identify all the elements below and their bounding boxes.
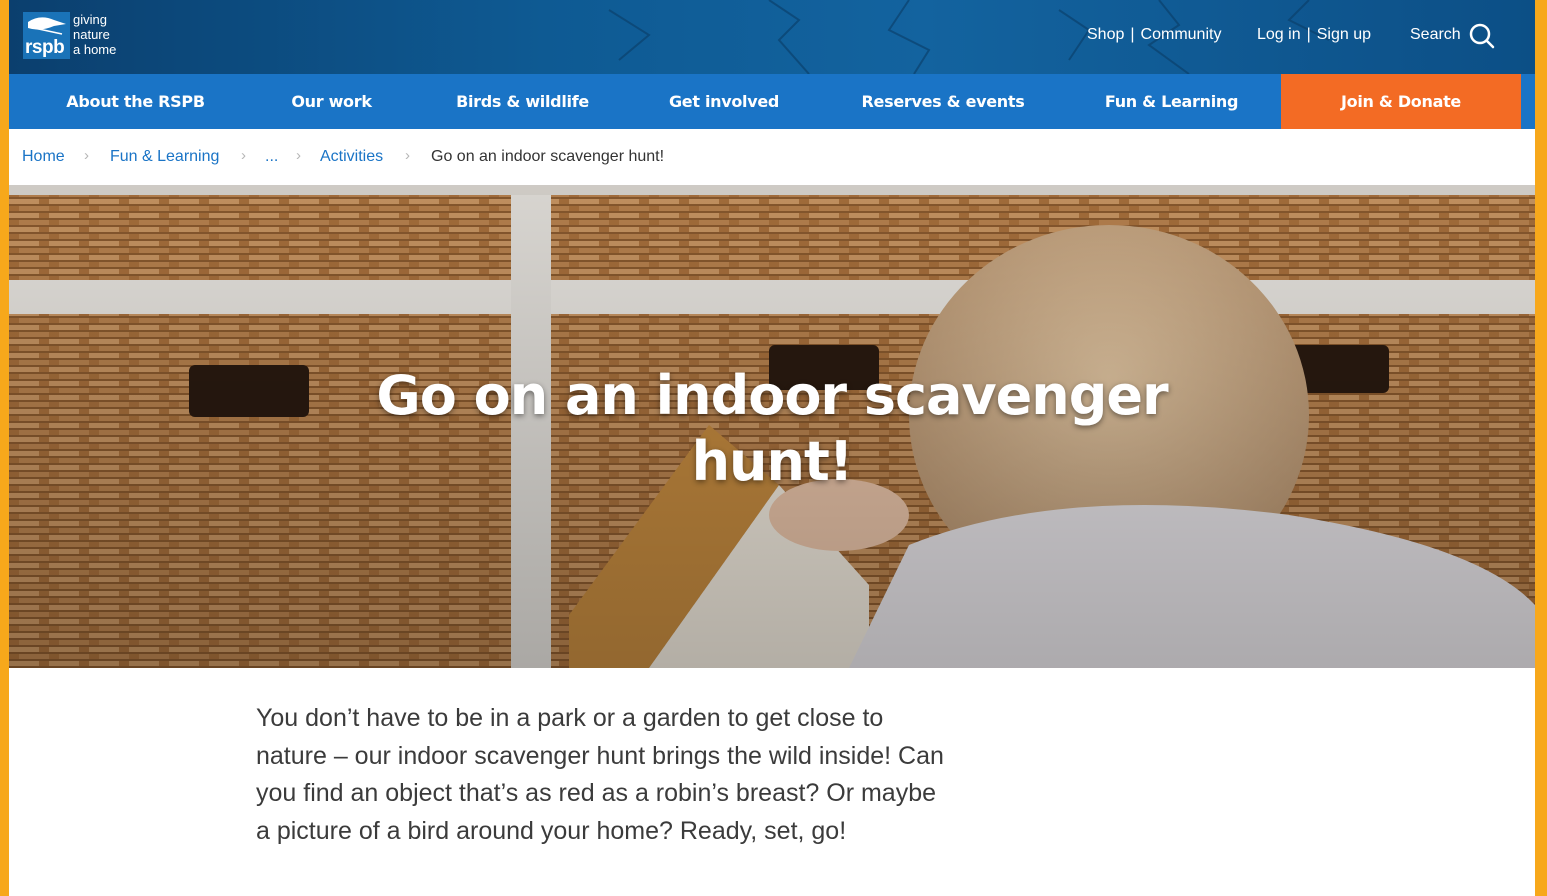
login-link[interactable]: Log in: [1257, 26, 1301, 43]
logo-tagline-line-2: nature: [73, 27, 110, 42]
breadcrumb-ellipsis[interactable]: ...: [265, 148, 278, 166]
breadcrumb-home[interactable]: Home: [22, 148, 65, 166]
search-icon: [1469, 23, 1495, 49]
rspb-logo[interactable]: rspb giving nature a home: [23, 12, 133, 62]
breadcrumb-current: Go on an indoor scavenger hunt!: [431, 148, 665, 165]
breadcrumb: Home › Fun & Learning › ... › Activities…: [9, 129, 1535, 185]
signup-link[interactable]: Sign up: [1317, 26, 1371, 43]
logo-brand: rspb: [25, 37, 65, 58]
search-label: Search: [1410, 26, 1461, 43]
nav-fun-learning[interactable]: Fun & Learning: [1074, 74, 1269, 129]
chevron-right-icon: ›: [84, 147, 89, 164]
chevron-right-icon: ›: [405, 147, 410, 164]
shop-link[interactable]: Shop: [1087, 26, 1124, 43]
nav-our-work[interactable]: Our work: [259, 74, 404, 129]
join-donate-button[interactable]: Join & Donate: [1281, 74, 1521, 129]
page-title-line-1: Go on an indoor scavenger: [376, 364, 1168, 427]
nav-get-involved[interactable]: Get involved: [639, 74, 809, 129]
page-title: Go on an indoor scavenger hunt!: [369, 363, 1175, 495]
chevron-right-icon: ›: [296, 147, 301, 164]
breadcrumb-fun-learning[interactable]: Fun & Learning: [110, 148, 219, 166]
page-title-line-2: hunt!: [691, 430, 854, 493]
separator: |: [1130, 26, 1135, 43]
intro-paragraph: You don’t have to be in a park or a gard…: [256, 704, 944, 845]
avocet-bird-icon: [28, 17, 66, 35]
community-link[interactable]: Community: [1141, 26, 1222, 43]
logo-tagline-line-3: a home: [73, 42, 117, 57]
page: rspb giving nature a home Shop | Community…: [9, 0, 1535, 896]
nav-reserves-events[interactable]: Reserves & events: [834, 74, 1052, 129]
logo-tagline-line-1: giving: [73, 12, 107, 27]
shop-community-links: Shop | Community: [1087, 26, 1221, 44]
logo-tagline: giving nature a home: [73, 12, 116, 57]
hero-banner: Go on an indoor scavenger hunt!: [9, 185, 1535, 668]
site-header: rspb giving nature a home Shop | Community…: [9, 0, 1535, 74]
account-links: Log in | Sign up: [1257, 26, 1371, 44]
nav-about-rspb[interactable]: About the RSPB: [33, 74, 238, 129]
separator: |: [1306, 26, 1311, 43]
nav-birds-wildlife[interactable]: Birds & wildlife: [431, 74, 614, 129]
breadcrumb-activities[interactable]: Activities: [320, 148, 383, 166]
chevron-right-icon: ›: [241, 147, 246, 164]
main-nav: About the RSPB Our work Birds & wildlife…: [9, 74, 1535, 129]
